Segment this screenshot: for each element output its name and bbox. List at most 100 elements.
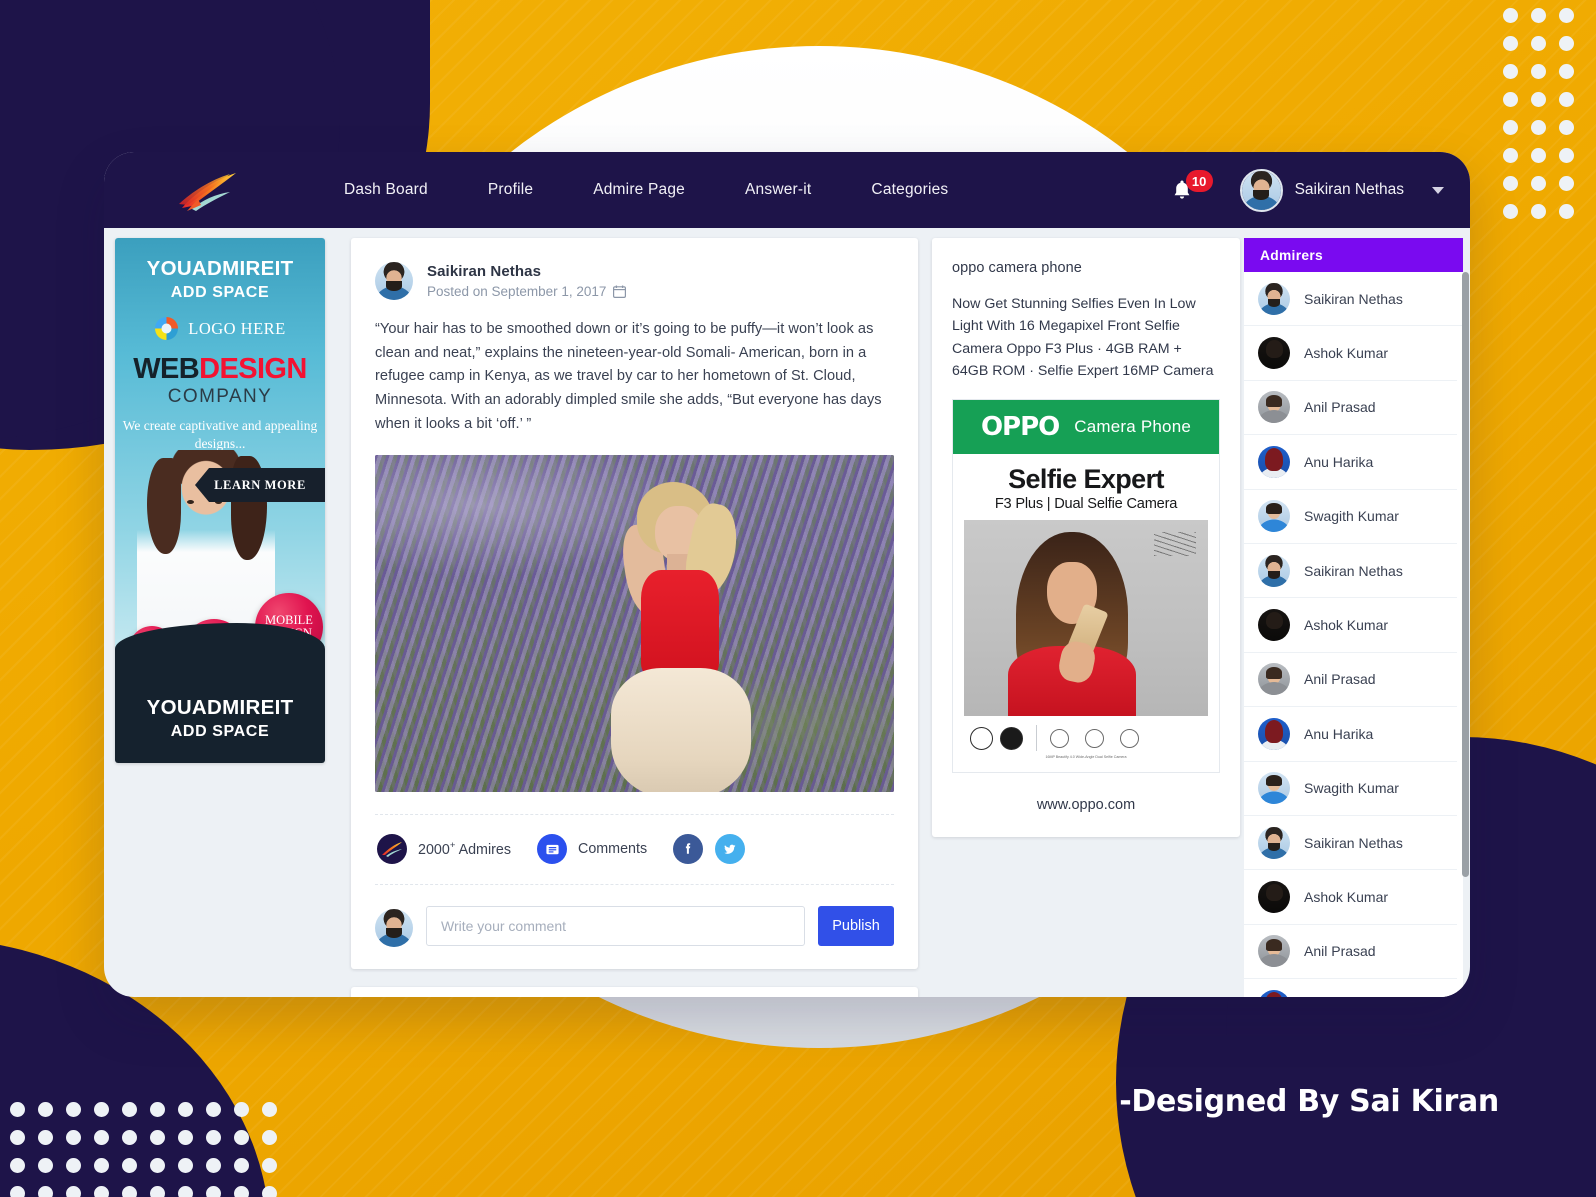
avatar (1258, 935, 1290, 968)
publish-button[interactable]: Publish (818, 906, 894, 947)
left-ad-banner[interactable]: YOUADMIREIT ADD SPACE LOGO HERE WEBDESIG… (115, 238, 325, 763)
nav-item-answer-it[interactable]: Answer-it (715, 181, 841, 199)
admirers-panel: Admirers Saikiran Nethas Ashok Kumar Anil … (1244, 238, 1469, 997)
list-item[interactable]: Anil Prasad (1244, 652, 1457, 708)
oppo-banner-body: Selfie Expert F3 Plus | Dual Selfie Came… (953, 454, 1219, 771)
content-area: YOUADMIREIT ADD SPACE LOGO HERE WEBDESIG… (104, 228, 1470, 997)
oppo-brand-bar: OPPO Camera Phone (953, 400, 1219, 455)
list-item[interactable]: Anu Harika (1244, 707, 1457, 762)
admirers-column: Admirers Saikiran Nethas Ashok Kumar Anil … (1244, 238, 1469, 997)
list-item[interactable]: Anil Prasad (1244, 924, 1457, 980)
comments-button[interactable]: Comments (537, 834, 648, 865)
oppo-banner-subhead: F3 Plus | Dual Selfie Camera (994, 496, 1178, 513)
comment-input[interactable] (426, 906, 805, 947)
avatar (1258, 717, 1290, 750)
oppo-ad-card[interactable]: oppo camera phone Now Get Stunning Selfi… (932, 238, 1240, 837)
oppo-banner-headline: Selfie Expert (1008, 464, 1164, 495)
admirer-name: Ashok Kumar (1304, 888, 1389, 905)
admirers-header: Admirers (1244, 238, 1463, 272)
post-body-text: “Your hair has to be smoothed down or it… (375, 321, 882, 432)
sponsored-ad-column: oppo camera phone Now Get Stunning Selfi… (932, 238, 1244, 997)
list-item[interactable]: Ashok Kumar (1244, 598, 1457, 653)
avatar (1258, 500, 1290, 533)
oppo-ad-title: oppo camera phone (952, 260, 1082, 276)
avatar (1258, 663, 1290, 696)
post-author-name[interactable]: Saikiran Nethas (427, 263, 626, 280)
main-feed-column: Saikiran Nethas Posted on September 1, 2… (336, 238, 932, 997)
left-ad-top-line1: YOUADMIREIT (146, 257, 294, 280)
signature-mark (1154, 532, 1196, 557)
list-item[interactable]: Saikiran Nethas (1244, 272, 1463, 327)
left-ad-top-line2: ADD SPACE (170, 284, 270, 301)
avatar (1258, 880, 1290, 913)
app-window: Dash Board Profile Admire Page Answer-it… (104, 152, 1470, 997)
nav-links: Dash Board Profile Admire Page Answer-it… (314, 181, 1172, 199)
list-item[interactable]: Swagith Kumar (1244, 761, 1457, 816)
user-menu[interactable]: Saikiran Nethas (1239, 168, 1444, 212)
navbar-right: 10 Saikiran Nethas (1172, 168, 1444, 212)
list-item[interactable]: Ashok Kumar (1244, 870, 1457, 925)
admirer-name: Saikiran Nethas (1304, 562, 1403, 579)
admirer-name: Anil Prasad (1304, 399, 1376, 416)
notification-badge: 10 (1185, 170, 1213, 192)
avatar (375, 909, 413, 948)
notifications-button[interactable]: 10 (1172, 170, 1213, 201)
avatar (375, 262, 413, 300)
oppo-banner-caption: 16MP Beautify 4.0 Wide-Angle Dual Selfie… (1045, 755, 1127, 760)
admirer-name: Ashok Kumar (1304, 617, 1389, 634)
oppo-ad-url[interactable]: www.oppo.com (952, 797, 1220, 813)
left-ad-headline-web: WEB (133, 353, 200, 385)
oppo-model-photo (964, 520, 1208, 717)
placeholder-logo-icon (154, 316, 179, 341)
dot-grid-bottom-left (10, 1102, 277, 1197)
list-item[interactable]: Saikiran Nethas (1244, 543, 1457, 599)
post-photo[interactable] (375, 455, 894, 793)
left-ad-bottom-line1: YOUADMIREIT (146, 696, 294, 719)
admirer-name: Saikiran Nethas (1304, 834, 1403, 851)
post-date-text: Posted on September 1, 2017 (427, 284, 607, 299)
oppo-ad-description: Now Get Stunning Selfies Even In Low Lig… (952, 296, 1214, 379)
divider (375, 884, 894, 886)
fast-charge-icon (1050, 728, 1069, 748)
left-ad-headline-design: DESIGN (199, 353, 307, 385)
admirers-scrollbar-thumb[interactable] (1462, 272, 1469, 877)
brand-logo-area[interactable] (104, 168, 314, 212)
post-header: Saikiran Nethas Posted on September 1, 2… (375, 262, 894, 300)
chevron-down-icon[interactable] (1432, 186, 1444, 194)
admires-word: Admires (458, 842, 511, 859)
nav-item-admire-page[interactable]: Admire Page (563, 181, 715, 199)
avatar (1258, 826, 1290, 859)
learn-more-button[interactable]: LEARN MORE (195, 468, 325, 502)
comments-label: Comments (578, 841, 648, 858)
nav-item-categories[interactable]: Categories (841, 181, 978, 199)
admires-label: 2000+ Admires (418, 840, 511, 858)
oppo-brand-tagline: Camera Phone (1074, 417, 1192, 437)
admirers-scrollbar[interactable] (1462, 272, 1469, 997)
facebook-icon[interactable] (673, 834, 704, 865)
dot-grid-top-right (1503, 8, 1574, 219)
post-date: Posted on September 1, 2017 (427, 284, 627, 299)
left-ad-headline: WEBDESIGN (115, 355, 325, 384)
avatar (1258, 337, 1290, 370)
left-ad-bottom-line2: ADD SPACE (170, 723, 270, 740)
list-item[interactable]: Anu Harika (1244, 979, 1457, 997)
admirer-name: Anu Harika (1304, 725, 1374, 742)
list-item[interactable]: Anu Harika (1244, 435, 1457, 490)
avatar (1239, 168, 1283, 212)
list-item[interactable]: Saikiran Nethas (1244, 815, 1457, 871)
navbar: Dash Board Profile Admire Page Answer-it… (104, 152, 1470, 228)
list-item[interactable]: Swagith Kumar (1244, 489, 1457, 544)
camera-icon (970, 726, 993, 750)
left-ad-dark-base (115, 623, 325, 763)
list-item[interactable]: Anil Prasad (1244, 380, 1457, 436)
twitter-icon[interactable] (715, 834, 746, 865)
nav-item-dash-board[interactable]: Dash Board (314, 181, 458, 199)
nav-item-profile[interactable]: Profile (458, 181, 563, 199)
lens-icon (1000, 726, 1023, 750)
admires-button[interactable]: 2000+ Admires (377, 834, 511, 865)
post-actions: 2000+ Admires Comments (375, 816, 894, 865)
admirer-name: Swagith Kumar (1304, 508, 1399, 525)
admirers-list[interactable]: Saikiran Nethas Ashok Kumar Anil Prasad Anu… (1244, 272, 1463, 997)
admirer-name: Anil Prasad (1304, 943, 1376, 960)
list-item[interactable]: Ashok Kumar (1244, 326, 1457, 381)
